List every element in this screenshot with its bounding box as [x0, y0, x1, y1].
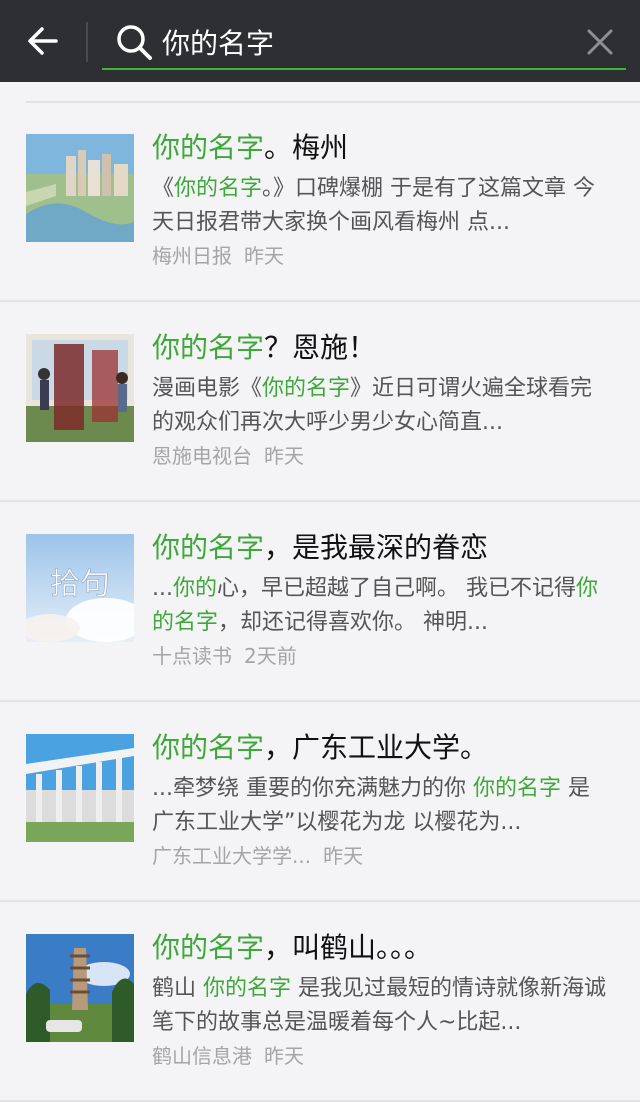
result-time: 昨天 — [323, 844, 364, 868]
result-thumbnail: 拾句 — [26, 534, 134, 642]
result-item[interactable]: 你的名字？恩施！ 漫画电影《你的名字》近日可谓火遍全球看完的观众们再次大呼少男少… — [0, 302, 640, 502]
result-item[interactable]: 拾句 你的名字，是我最深的眷恋 ...你的心，早已超越了自己啊。 我已不记得你的… — [0, 502, 640, 702]
result-meta: 广东工业大学学... 昨天 — [152, 840, 363, 872]
result-title: 你的名字，广东工业大学。 — [152, 728, 622, 768]
title-rest: ，广东工业大学。 — [264, 731, 489, 764]
result-thumbnail — [26, 334, 134, 442]
title-highlight: 你的名字 — [152, 531, 265, 564]
top-bar — [0, 0, 640, 82]
result-title: 你的名字。梅州 — [152, 128, 622, 168]
title-rest: ，叫鹤山。。。 — [264, 931, 433, 964]
result-description: ...你的心，早已超越了自己啊。 我已不记得你的名字，却还记得喜欢你。 神明..… — [152, 572, 612, 640]
title-highlight: 你的名字 — [152, 331, 265, 364]
desc-text: 《 — [152, 176, 175, 201]
result-title: 你的名字，叫鹤山。。。 — [152, 928, 622, 968]
result-thumbnail — [26, 934, 134, 1042]
title-highlight: 你的名字 — [152, 931, 265, 964]
desc-text: 漫画电影《 — [152, 376, 263, 401]
result-time: 昨天 — [244, 244, 284, 268]
result-time: 2天前 — [244, 644, 297, 668]
result-item[interactable]: 你的名字。梅州 《你的名字。》口碑爆棚 于是有了这篇文章 今天日报君带大家换个画… — [0, 102, 640, 302]
result-source: 梅州日报 — [152, 244, 232, 268]
desc-text: 心，早已超越了自己啊。 我已不记得 — [217, 576, 576, 601]
result-item[interactable]: 你的名字，叫鹤山。。。 鹤山 你的名字 是我见过最短的情诗就像新海诚笔下的故事总… — [0, 902, 640, 1102]
result-source: 鹤山信息港 — [152, 1044, 252, 1068]
result-meta: 十点读书 2天前 — [152, 640, 297, 672]
title-rest: 。梅州 — [264, 131, 349, 164]
title-rest: ？恩施！ — [264, 331, 377, 364]
title-highlight: 你的名字 — [152, 131, 265, 164]
desc-text: ，却还记得喜欢你。 神明... — [218, 610, 488, 635]
desc-highlight: 你的 — [172, 576, 217, 601]
clear-search-icon[interactable] — [584, 26, 616, 58]
desc-text: ...牵梦绕 重要的你充满魅力的你 — [152, 776, 473, 801]
thumbnail-calligraphy: 拾句 — [50, 567, 110, 602]
desc-highlight: 你的名字 — [174, 176, 263, 201]
result-title: 你的名字？恩施！ — [152, 328, 622, 368]
result-time: 昨天 — [264, 444, 304, 468]
result-meta: 恩施电视台 昨天 — [152, 440, 304, 472]
result-title: 你的名字，是我最深的眷恋 — [152, 528, 622, 568]
desc-text: 鹤山 — [152, 976, 203, 1001]
desc-highlight: 你的名字 — [203, 976, 292, 1001]
result-description: 《你的名字。》口碑爆棚 于是有了这篇文章 今天日报君带大家换个画风看梅州 点..… — [152, 172, 612, 240]
back-button[interactable] — [18, 18, 68, 64]
search-results-list: 你的名字。梅州 《你的名字。》口碑爆棚 于是有了这篇文章 今天日报君带大家换个画… — [0, 82, 640, 1102]
desc-highlight: 你的名字 — [262, 376, 351, 401]
result-description: 漫画电影《你的名字》近日可谓火遍全球看完的观众们再次大呼少男少女心简直... — [152, 372, 612, 440]
result-meta: 鹤山信息港 昨天 — [152, 1040, 304, 1072]
result-item[interactable]: 你的名字，广东工业大学。 ...牵梦绕 重要的你充满魅力的你 你的名字 是 广东… — [0, 702, 640, 902]
title-highlight: 你的名字 — [152, 731, 265, 764]
search-icon — [117, 25, 152, 60]
result-source: 恩施电视台 — [152, 444, 252, 468]
back-arrow-icon — [28, 27, 58, 55]
result-description: 鹤山 你的名字 是我见过最短的情诗就像新海诚笔下的故事总是温暖着每个人~比起..… — [152, 972, 612, 1040]
search-bar — [102, 14, 626, 70]
desc-text: ... — [152, 576, 173, 601]
result-thumbnail — [26, 134, 134, 242]
header-divider — [86, 22, 88, 62]
result-description: ...牵梦绕 重要的你充满魅力的你 你的名字 是 广东工业大学”以樱花为龙 以樱… — [152, 772, 612, 840]
search-input[interactable] — [162, 20, 562, 64]
result-time: 昨天 — [264, 1044, 304, 1068]
result-source: 十点读书 — [152, 644, 232, 668]
title-rest: ，是我最深的眷恋 — [264, 531, 489, 564]
desc-highlight: 你的名字 — [472, 776, 561, 801]
result-meta: 梅州日报 昨天 — [152, 240, 284, 272]
result-source: 广东工业大学学... — [152, 844, 312, 868]
result-thumbnail — [26, 734, 134, 842]
